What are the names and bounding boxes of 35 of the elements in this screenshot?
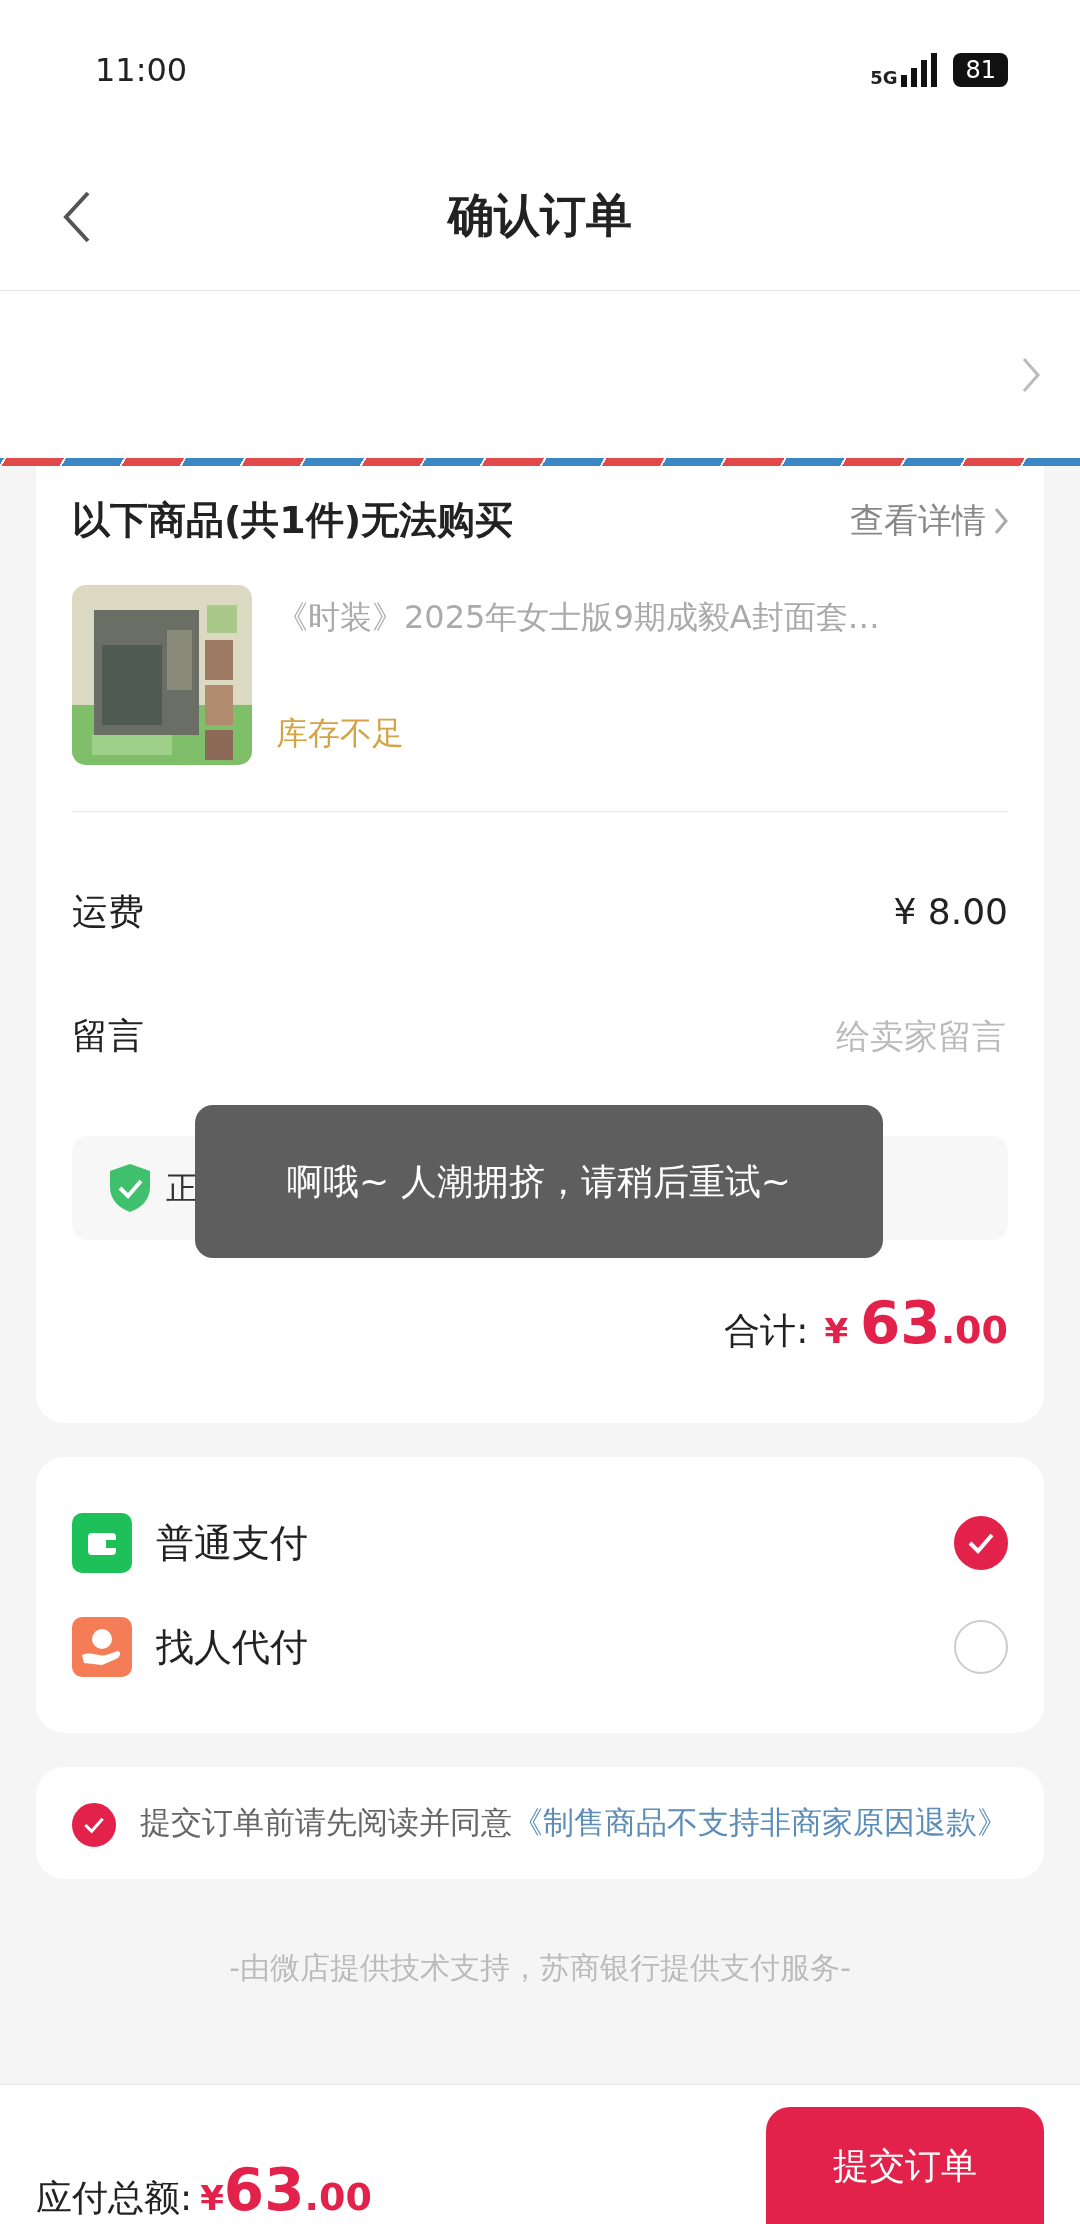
hand-coin-icon [72,1617,132,1677]
chevron-right-icon [994,506,1008,535]
assurance-text: 正 [166,1168,198,1209]
product-name: 《时装》2025年女士版9期成毅A封面套… [276,597,880,638]
total-label: 应付总额: [36,2176,193,2220]
wallet-icon [72,1513,132,1573]
page-title: 确认订单 [448,186,632,244]
footer-note: -由微店提供技术支持，苏商银行提供支付服务- [228,1949,852,1987]
shield-check-icon [108,1163,152,1213]
toast-message: 啊哦~ 人潮拥挤，请稍后重试~ [195,1105,883,1258]
payment-option[interactable]: 找人代付 [156,1618,930,1676]
subtotal-label: 合计: [724,1309,809,1353]
agreement-link[interactable]: 《制售商品不支持非商家原因退款》 [512,1804,1008,1840]
fee-value: ¥ 8.00 [893,890,1008,934]
battery-level: 81 [953,53,1008,87]
network-label: 5G [870,69,898,87]
stock-status: 库存不足 [276,713,405,754]
subtotal-amount: ¥ 63.00 [824,1288,1008,1359]
message-label: 留言 [72,1014,144,1058]
agreement-text: 提交订单前请先阅读并同意《制售商品不支持非商家原因退款》 [140,1803,1008,1842]
section-title: 以下商品(共1件)无法购买 [72,497,514,544]
signal-icon [901,53,938,87]
details-link[interactable]: 查看详情 [850,495,1008,546]
submit-order-button[interactable]: 提交订单 [766,2107,1044,2224]
radio-button[interactable] [954,1620,1008,1674]
fee-label: 运费 [72,890,144,934]
payment-option[interactable]: 普通支付 [156,1514,930,1572]
agree-checkbox[interactable] [72,1803,116,1847]
check-icon [967,1532,995,1554]
radio-button[interactable] [954,1516,1008,1570]
check-icon [83,1816,105,1834]
back-icon[interactable] [62,190,92,244]
status-time: 11:00 [95,50,188,91]
total-amount: ¥63.00 [200,2155,372,2224]
message-field[interactable]: 给卖家留言 [708,1009,1008,1063]
